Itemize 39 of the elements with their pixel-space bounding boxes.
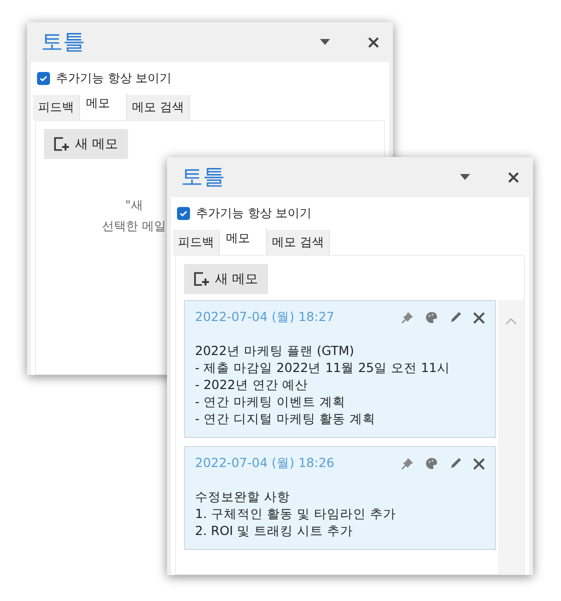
palette-icon[interactable] [425, 311, 438, 324]
pencil-icon[interactable] [449, 311, 462, 324]
close-icon[interactable] [473, 458, 486, 470]
close-icon[interactable] [368, 36, 379, 48]
close-icon[interactable] [473, 312, 486, 324]
window-title: 토틀 [41, 29, 86, 57]
memo-line: 1. 구체적인 활동 및 타임라인 추가 [195, 505, 397, 522]
empty-message: 선택한 메일 [102, 218, 166, 235]
new-note-icon [54, 137, 70, 151]
memo-date: 2022-07-04 (월) 18:27 [195, 309, 336, 326]
memo-line: - 제출 마감일 2022년 11월 25일 오전 11시 [195, 359, 451, 376]
tab[interactable]: 피드백 [173, 230, 220, 255]
checkbox-label: 추가기능 항상 보이기 [56, 70, 172, 87]
memo-line: - 연간 마케팅 이벤트 계획 [195, 393, 346, 410]
palette-icon[interactable] [425, 457, 438, 470]
scrollbar[interactable] [498, 300, 524, 574]
new-note-icon [194, 272, 210, 286]
checkbox[interactable] [177, 207, 190, 220]
empty-message: "새 [125, 197, 143, 214]
new-memo-button[interactable]: 새 메모 [184, 264, 268, 294]
pencil-icon[interactable] [449, 457, 462, 470]
pin-icon[interactable] [401, 311, 414, 324]
window-title: 토틀 [181, 164, 226, 192]
checkbox[interactable] [37, 72, 50, 85]
dropdown-icon[interactable] [320, 39, 330, 45]
new-memo-button[interactable]: 새 메모 [44, 129, 128, 159]
pin-icon[interactable] [401, 457, 414, 470]
tab[interactable]: 메모 검색 [267, 230, 330, 255]
checkbox-label: 추가기능 항상 보이기 [196, 205, 312, 222]
dropdown-icon[interactable] [460, 174, 470, 180]
tab[interactable]: 메모 검색 [127, 95, 190, 120]
tab[interactable]: 피드백 [33, 95, 80, 120]
close-icon[interactable] [508, 172, 519, 182]
memo-line: - 2022년 연간 예산 [195, 376, 310, 393]
memo-line: 2022년 마케팅 플랜 (GTM) [195, 342, 356, 359]
memo-line: 2. ROI 및 트래킹 시트 추가 [195, 522, 354, 539]
memo-date: 2022-07-04 (월) 18:26 [195, 455, 336, 472]
memo-line: - 연간 디지털 마케팅 활동 계획 [195, 410, 376, 427]
memo-line: 수정보완할 사항 [195, 488, 291, 505]
